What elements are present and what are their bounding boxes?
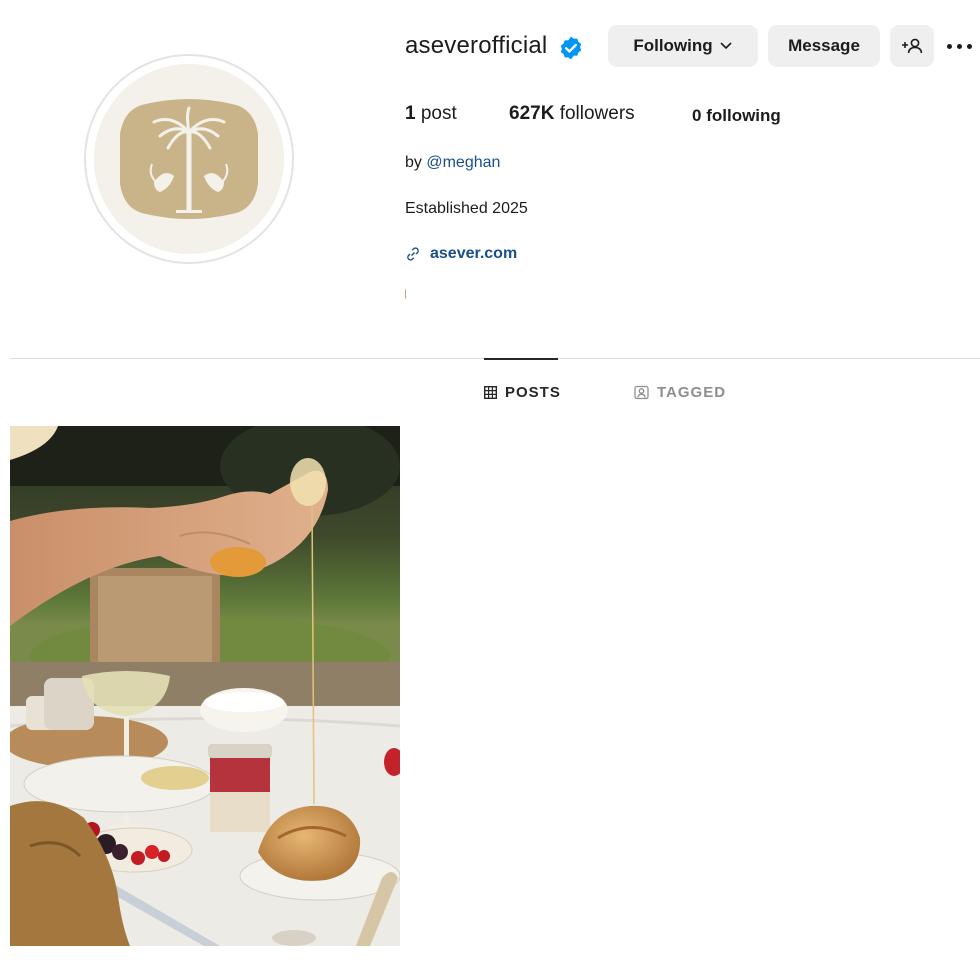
verified-badge-icon <box>560 36 582 60</box>
followers-count: 627K <box>509 103 555 124</box>
following-button-label: Following <box>633 36 713 55</box>
grid-icon <box>484 386 497 399</box>
active-tab-indicator <box>484 358 558 360</box>
chevron-down-icon <box>720 42 732 50</box>
add-user-icon <box>902 38 923 54</box>
posts-count: 1 <box>405 103 416 124</box>
following-button[interactable]: Following <box>608 25 758 67</box>
message-button-label: Message <box>788 36 860 55</box>
followers-stat[interactable]: 627K followers <box>509 103 635 125</box>
link-icon <box>407 247 419 261</box>
avatar[interactable] <box>94 64 284 254</box>
profile-username: aseverofficial <box>405 32 548 59</box>
tab-tagged-label: TAGGED <box>657 384 727 401</box>
tab-tagged[interactable]: TAGGED <box>634 384 726 401</box>
message-button[interactable]: Message <box>768 25 880 67</box>
more-options-icon[interactable] <box>947 38 980 54</box>
bio-established: Established 2025 <box>405 200 528 217</box>
following-stat-label: following <box>706 106 781 125</box>
bio-by-prefix: by <box>405 154 422 171</box>
posts-label: post <box>420 103 457 124</box>
add-user-button[interactable] <box>890 25 934 67</box>
palm-crest-logo <box>94 64 284 254</box>
tagged-icon <box>634 385 649 400</box>
posts-count-stat: 1 post <box>405 103 457 125</box>
post-thumbnail[interactable] <box>10 426 400 946</box>
following-stat[interactable]: 0 following <box>692 106 781 126</box>
followers-label: followers <box>559 103 635 124</box>
post-photo-table-scene <box>10 426 400 946</box>
bio-mention-link[interactable]: @meghan <box>426 154 500 171</box>
bio-website[interactable]: asever.com <box>405 245 517 263</box>
profile-avatar-ring[interactable] <box>84 54 294 264</box>
text-cursor-mark <box>405 289 406 299</box>
bio-by-line: by @meghan <box>405 154 500 172</box>
following-count: 0 <box>692 106 702 125</box>
bio-website-link[interactable]: asever.com <box>430 245 517 263</box>
tab-posts[interactable]: POSTS <box>484 384 561 401</box>
tab-posts-label: POSTS <box>505 384 561 401</box>
